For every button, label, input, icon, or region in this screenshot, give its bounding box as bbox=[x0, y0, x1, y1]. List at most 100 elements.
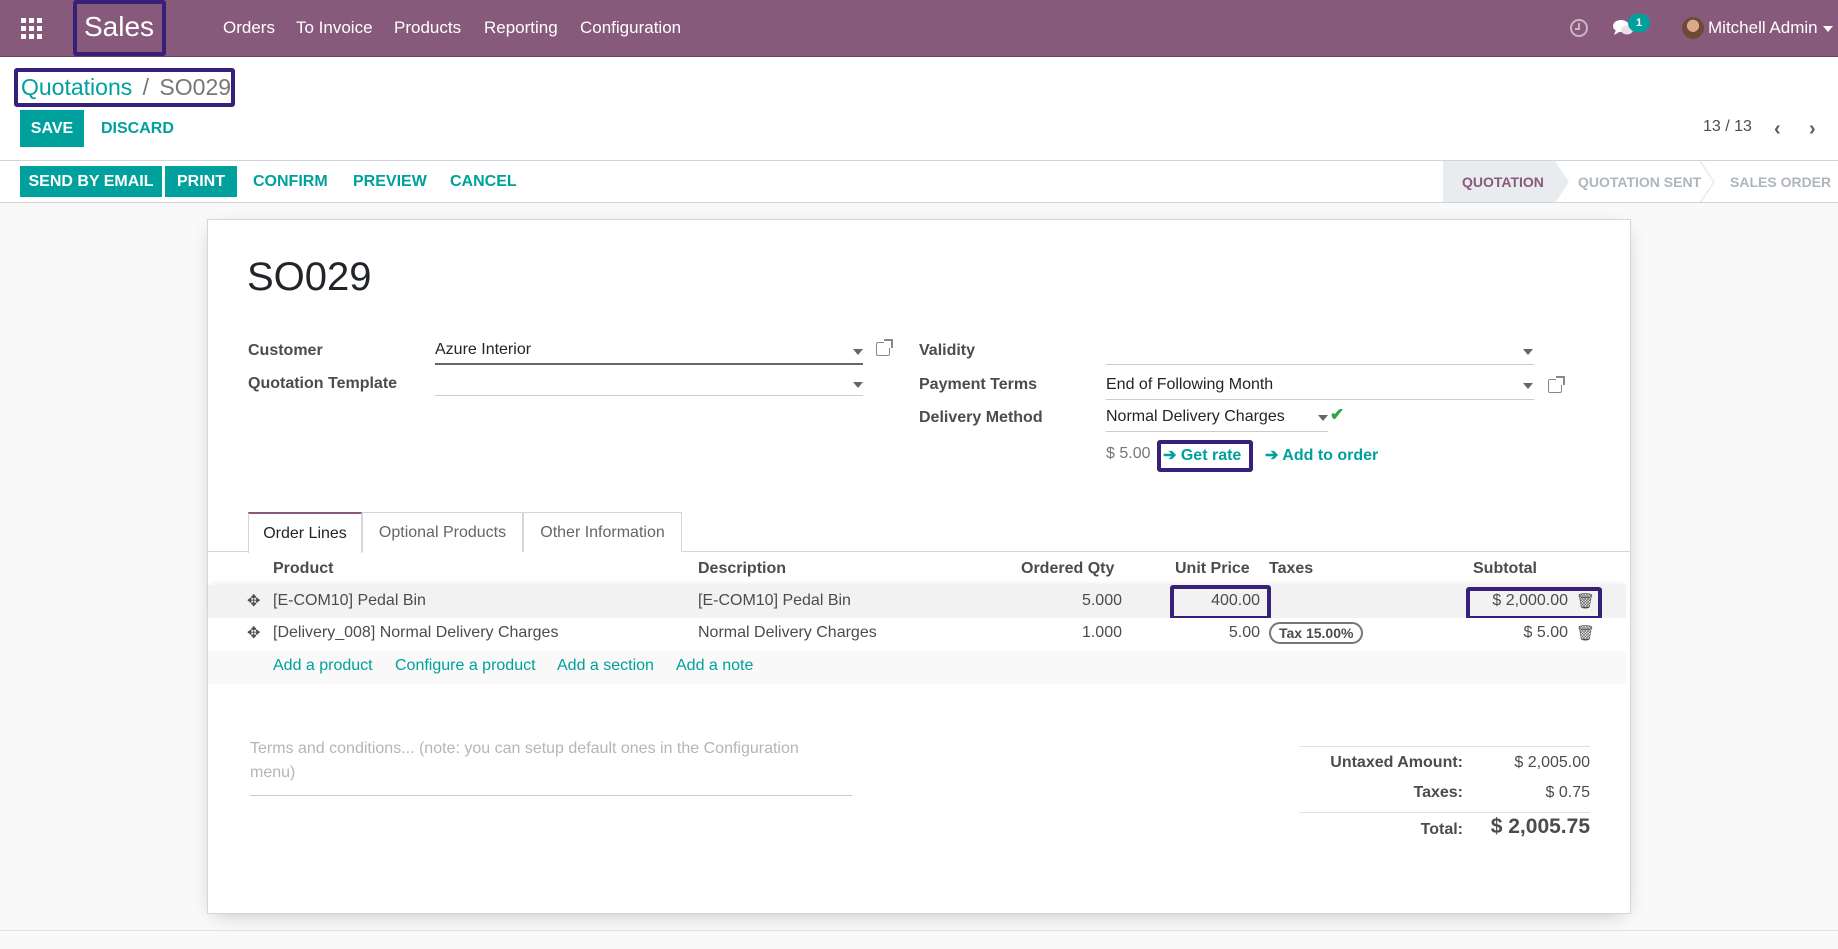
add-section-link[interactable]: Add a section bbox=[557, 657, 654, 675]
breadcrumb-quotations-link[interactable]: Quotations bbox=[21, 74, 132, 100]
customer-label: Customer bbox=[248, 342, 323, 359]
terms-placeholder-line1: Terms and conditions... (note: you can s… bbox=[250, 740, 799, 757]
payment-terms-label: Payment Terms bbox=[919, 376, 1037, 393]
apps-menu-grid-icon[interactable] bbox=[21, 18, 42, 39]
tab-other-information[interactable]: Other Information bbox=[523, 512, 682, 552]
tab-optional-products[interactable]: Optional Products bbox=[362, 512, 523, 552]
get-rate-button[interactable]: ➔ Get rate bbox=[1163, 445, 1241, 465]
pager-previous-chevron-left-icon[interactable]: ‹ bbox=[1774, 118, 1781, 141]
arrow-right-icon: ➔ bbox=[1265, 447, 1279, 464]
delivery-ok-check-icon: ✔ bbox=[1330, 405, 1345, 424]
form-sheet bbox=[207, 219, 1631, 914]
taxes-value: $ 0.75 bbox=[1545, 784, 1590, 801]
terms-and-conditions-input[interactable]: Terms and conditions... (note: you can s… bbox=[250, 737, 852, 796]
customer-external-link-icon[interactable] bbox=[876, 339, 893, 356]
save-button[interactable]: SAVE bbox=[20, 110, 84, 147]
drag-handle-icon[interactable]: ✥ bbox=[247, 623, 260, 643]
delivery-method-caret-icon[interactable] bbox=[1318, 415, 1328, 421]
totals-bottom-divider bbox=[1299, 812, 1590, 813]
add-product-link[interactable]: Add a product bbox=[273, 657, 373, 675]
breadcrumb-current: SO029 bbox=[159, 74, 232, 100]
validity-caret-icon[interactable] bbox=[1523, 349, 1533, 355]
stage-arrow-1 bbox=[1555, 161, 1569, 203]
top-navbar: Sales Orders To Invoice Products Reporti… bbox=[0, 0, 1838, 57]
delivery-price: $ 5.00 bbox=[1106, 445, 1151, 462]
user-menu-caret-down-icon[interactable] bbox=[1823, 26, 1833, 32]
col-description[interactable]: Description bbox=[698, 560, 786, 578]
terms-placeholder-line2: menu) bbox=[250, 764, 296, 781]
user-avatar[interactable] bbox=[1682, 17, 1704, 39]
stage-quotation-label: QUOTATION bbox=[1462, 174, 1544, 190]
row2-unit-price[interactable]: 5.00 bbox=[1160, 624, 1260, 642]
print-button[interactable]: PRINT bbox=[165, 166, 237, 197]
total-value: $ 2,005.75 bbox=[1490, 815, 1590, 838]
col-unit-price[interactable]: Unit Price bbox=[1175, 560, 1250, 578]
delivery-method-input[interactable]: Normal Delivery Charges bbox=[1106, 406, 1328, 432]
delivery-method-label: Delivery Method bbox=[919, 409, 1043, 426]
activity-clock-icon[interactable] bbox=[1570, 19, 1588, 37]
cancel-button[interactable]: CANCEL bbox=[450, 173, 517, 191]
form-title: SO029 bbox=[247, 255, 372, 299]
user-name[interactable]: Mitchell Admin bbox=[1708, 18, 1818, 38]
col-ordered-qty[interactable]: Ordered Qty bbox=[1021, 560, 1114, 578]
stage-arrow-2 bbox=[1700, 161, 1715, 203]
quotation-template-input[interactable] bbox=[435, 370, 863, 396]
customer-dropdown-caret-icon[interactable] bbox=[853, 349, 863, 355]
col-subtotal[interactable]: Subtotal bbox=[1473, 560, 1537, 578]
configure-product-link[interactable]: Configure a product bbox=[395, 657, 536, 675]
untaxed-amount-label: Untaxed Amount: bbox=[1330, 754, 1463, 771]
payment-terms-input[interactable]: End of Following Month bbox=[1106, 374, 1534, 400]
row1-subtotal: $ 2,000.00 bbox=[1492, 592, 1568, 609]
arrow-right-icon: ➔ bbox=[1163, 447, 1177, 464]
row2-description[interactable]: Normal Delivery Charges bbox=[698, 624, 877, 642]
pager-value[interactable]: 13 / 13 bbox=[1703, 118, 1752, 136]
quotation-template-label: Quotation Template bbox=[248, 375, 398, 392]
payment-terms-external-link-icon[interactable] bbox=[1548, 376, 1565, 393]
menu-reporting[interactable]: Reporting bbox=[484, 18, 558, 38]
confirm-button[interactable]: CONFIRM bbox=[253, 173, 328, 191]
customer-input[interactable]: Azure Interior bbox=[435, 339, 863, 365]
payment-terms-caret-icon[interactable] bbox=[1523, 383, 1533, 389]
drag-handle-icon[interactable]: ✥ bbox=[247, 591, 260, 611]
tab-order-lines[interactable]: Order Lines bbox=[248, 512, 362, 553]
untaxed-amount-value: $ 2,005.00 bbox=[1514, 754, 1590, 771]
row1-description[interactable]: [E-COM10] Pedal Bin bbox=[698, 592, 851, 610]
row2-subtotal: $ 5.00 bbox=[1523, 624, 1568, 641]
row1-delete-trash-icon[interactable]: 🗑 bbox=[1576, 592, 1595, 610]
validity-label: Validity bbox=[919, 342, 976, 359]
page-bottom-border bbox=[0, 930, 1838, 931]
row1-product[interactable]: [E-COM10] Pedal Bin bbox=[273, 592, 426, 610]
col-taxes[interactable]: Taxes bbox=[1269, 560, 1313, 578]
menu-orders[interactable]: Orders bbox=[223, 18, 275, 38]
menu-to-invoice[interactable]: To Invoice bbox=[296, 18, 373, 38]
col-product[interactable]: Product bbox=[273, 560, 333, 578]
row2-product[interactable]: [Delivery_008] Normal Delivery Charges bbox=[273, 624, 558, 642]
breadcrumb: Quotations / SO029 bbox=[21, 74, 231, 101]
statusbar-bottom-border bbox=[0, 202, 1838, 203]
breadcrumb-separator: / bbox=[142, 74, 150, 100]
row2-qty[interactable]: 1.000 bbox=[1022, 624, 1122, 642]
tax-badge[interactable]: Tax 15.00% bbox=[1269, 622, 1364, 644]
discard-button[interactable]: DISCARD bbox=[101, 120, 174, 138]
row1-qty[interactable]: 5.000 bbox=[1022, 592, 1122, 610]
add-note-link[interactable]: Add a note bbox=[676, 657, 753, 675]
totals-top-divider bbox=[1299, 746, 1590, 747]
stage-sales-order[interactable]: SALES ORDER bbox=[1730, 174, 1831, 190]
stage-quotation-sent[interactable]: QUOTATION SENT bbox=[1578, 174, 1701, 190]
preview-button[interactable]: PREVIEW bbox=[353, 173, 427, 191]
messages-badge: 1 bbox=[1628, 14, 1650, 32]
app-name[interactable]: Sales bbox=[84, 11, 154, 43]
row2-delete-trash-icon[interactable]: 🗑 bbox=[1576, 624, 1595, 642]
add-to-order-button[interactable]: ➔ Add to order bbox=[1265, 445, 1378, 465]
add-to-order-label: Add to order bbox=[1282, 447, 1379, 464]
quotation-template-caret-icon[interactable] bbox=[853, 382, 863, 388]
total-label: Total: bbox=[1420, 821, 1463, 838]
control-panel: Quotations / SO029 SAVE DISCARD 13 / 13 … bbox=[0, 57, 1838, 203]
menu-products[interactable]: Products bbox=[394, 18, 461, 38]
send-by-email-button[interactable]: SEND BY EMAIL bbox=[20, 166, 162, 197]
row1-unit-price[interactable]: 400.00 bbox=[1160, 592, 1260, 610]
validity-input[interactable] bbox=[1106, 339, 1534, 365]
taxes-label: Taxes: bbox=[1413, 784, 1463, 801]
pager-next-chevron-right-icon[interactable]: › bbox=[1809, 118, 1816, 141]
menu-configuration[interactable]: Configuration bbox=[580, 18, 681, 38]
